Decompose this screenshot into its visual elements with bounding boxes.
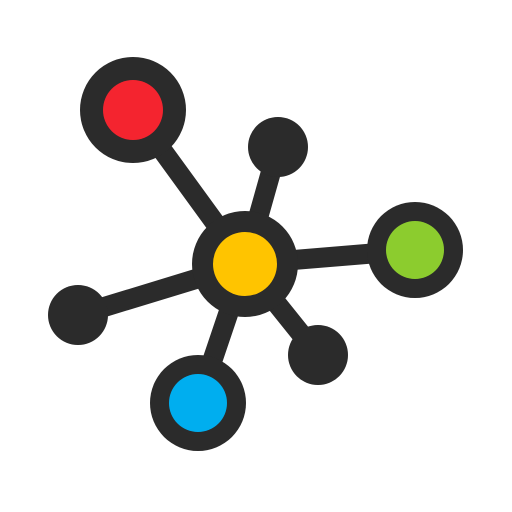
node-left-small [48, 285, 108, 345]
node-hub [192, 211, 298, 317]
node-red [80, 57, 186, 163]
node-right-small [288, 325, 348, 385]
node-green [367, 202, 463, 298]
network-logo [0, 0, 512, 512]
network-graph-icon [48, 57, 463, 451]
node-top-small [248, 117, 308, 177]
node-blue [150, 355, 246, 451]
